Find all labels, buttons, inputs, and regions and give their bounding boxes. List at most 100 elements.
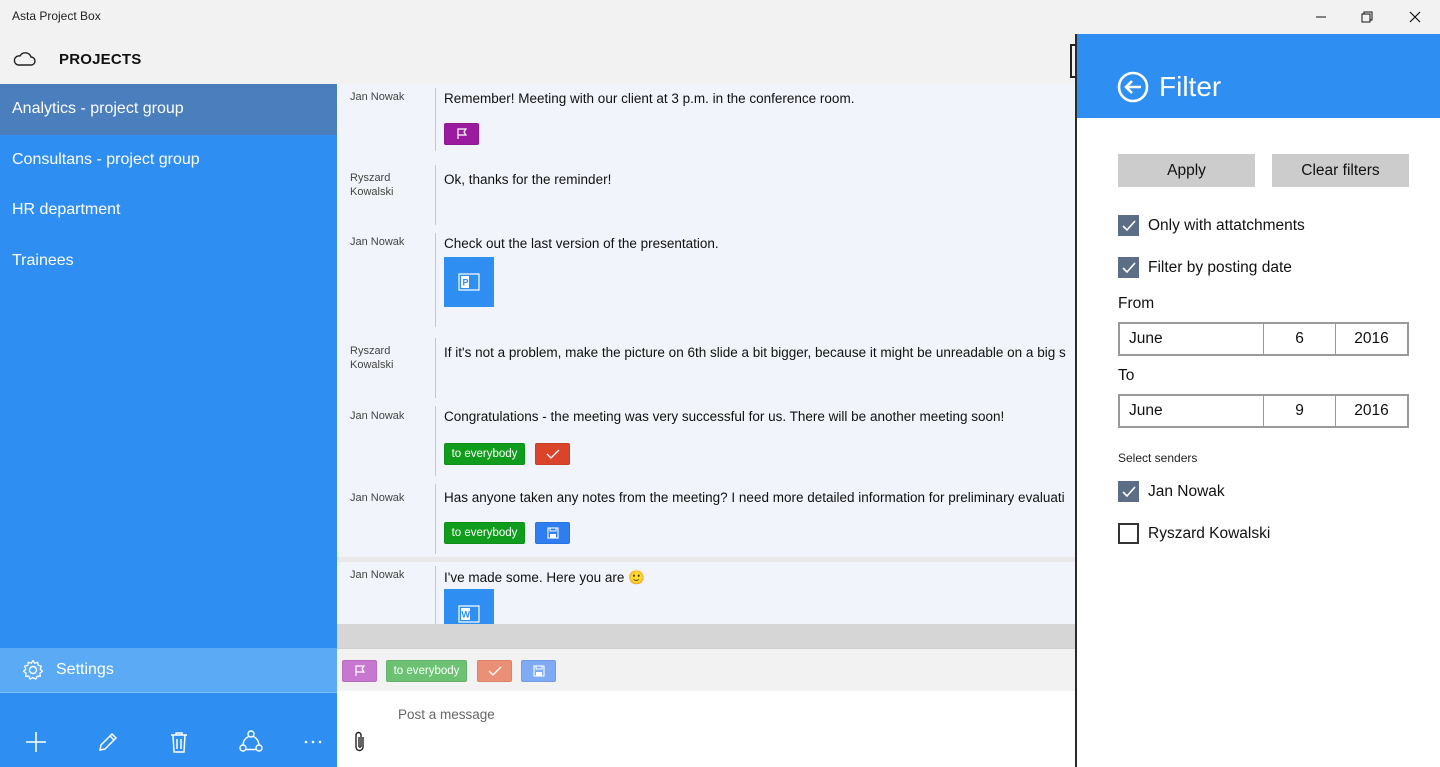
filter-header: Filter — [1077, 34, 1440, 118]
list-item[interactable]: Ryszard Kowalski If it's not a problem, … — [337, 328, 1075, 402]
filter-title: Filter — [1159, 71, 1222, 102]
powerpoint-attachment-icon[interactable]: P — [444, 257, 494, 307]
compose-area: to everybody Post a message — [337, 648, 1075, 767]
sidebar-item-hr[interactable]: HR department — [0, 185, 337, 236]
filter-by-date-checkbox[interactable]: Filter by posting date — [1118, 257, 1292, 278]
sidebar-item-analytics[interactable]: Analytics - project group — [0, 84, 337, 135]
message-sender: Ryszard Kowalski — [350, 172, 394, 198]
checkbox-checked-icon — [1118, 257, 1139, 278]
checkbox-label: Only with attatchments — [1148, 216, 1305, 234]
share-icon[interactable] — [238, 729, 264, 755]
list-item[interactable]: Jan Nowak Check out the last version of … — [337, 229, 1075, 328]
message-text: Check out the last version of the presen… — [444, 236, 719, 251]
message-sender: Jan Nowak — [350, 236, 405, 248]
to-day[interactable]: 9 — [1264, 396, 1336, 426]
flag-icon — [456, 128, 467, 139]
sidebar-item-consultans[interactable]: Consultans - project group — [0, 135, 337, 186]
checkbox-label: Filter by posting date — [1148, 258, 1292, 276]
from-month[interactable]: June — [1120, 324, 1264, 354]
checkbox-checked-icon — [1118, 215, 1139, 236]
filter-panel: Filter Apply Clear filters Only with att… — [1075, 34, 1440, 767]
projects-heading: PROJECTS — [59, 51, 142, 68]
window-title: Asta Project Box — [12, 9, 101, 23]
close-icon — [1409, 11, 1421, 23]
cloud-icon[interactable] — [12, 51, 36, 72]
apply-button[interactable]: Apply — [1118, 154, 1255, 187]
message-sender: Ryszard Kowalski — [350, 345, 394, 371]
message-sender: Jan Nowak — [350, 410, 405, 422]
message-text: Ok, thanks for the reminder! — [444, 172, 612, 187]
minimize-icon — [1316, 16, 1326, 18]
scroll-strip — [337, 624, 1075, 648]
message-text: Has anyone taken any notes from the meet… — [444, 490, 1065, 505]
add-icon[interactable] — [23, 729, 49, 755]
to-month[interactable]: June — [1120, 396, 1264, 426]
check-tag-option[interactable] — [477, 660, 512, 682]
sender-checkbox-jan-nowak[interactable]: Jan Nowak — [1118, 481, 1225, 502]
list-item[interactable]: Jan Nowak I've made some. Here you are 🙂… — [337, 562, 1075, 624]
check-tag[interactable] — [535, 443, 570, 465]
title-bar: Asta Project Box — [0, 0, 1440, 34]
divider — [435, 484, 436, 554]
sidebar-item-label: Trainees — [12, 251, 74, 269]
checkbox-label: Ryszard Kowalski — [1148, 524, 1271, 542]
tag-picker: to everybody — [337, 649, 1075, 691]
save-tag[interactable] — [535, 522, 570, 544]
save-tag-option[interactable] — [521, 660, 556, 682]
sidebar-item-label: Consultans - project group — [12, 150, 200, 168]
to-date-picker[interactable]: June 9 2016 — [1118, 394, 1409, 428]
post-message-input[interactable]: Post a message — [398, 707, 495, 722]
list-item[interactable]: Jan Nowak Congratulations - the meeting … — [337, 402, 1075, 480]
flag-tag-option[interactable] — [342, 660, 377, 682]
settings-label: Settings — [56, 661, 114, 678]
to-label: To — [1118, 367, 1135, 384]
checkbox-unchecked-icon — [1118, 523, 1139, 544]
svg-text:W: W — [462, 610, 471, 620]
message-sender: Jan Nowak — [350, 492, 405, 504]
divider — [435, 233, 436, 327]
sidebar-toolbar — [0, 692, 337, 767]
to-everybody-tag[interactable]: to everybody — [444, 443, 525, 465]
to-everybody-tag-option[interactable]: to everybody — [386, 660, 467, 682]
only-attachments-checkbox[interactable]: Only with attatchments — [1118, 215, 1305, 236]
back-arrow-icon[interactable] — [1117, 71, 1149, 108]
settings-button[interactable]: Settings — [0, 648, 337, 692]
message-sender: Jan Nowak — [350, 569, 405, 581]
restore-button[interactable] — [1344, 0, 1390, 34]
from-year[interactable]: 2016 — [1336, 324, 1407, 354]
check-icon — [488, 666, 501, 676]
more-icon[interactable] — [300, 729, 326, 755]
paperclip-icon[interactable] — [353, 731, 367, 758]
message-sender: Jan Nowak — [350, 91, 405, 103]
checkbox-checked-icon — [1118, 481, 1139, 502]
delete-icon[interactable] — [166, 729, 192, 755]
message-text: If it's not a problem, make the picture … — [444, 345, 1066, 360]
divider — [435, 566, 436, 624]
checkbox-label: Jan Nowak — [1148, 482, 1225, 500]
from-date-picker[interactable]: June 6 2016 — [1118, 322, 1409, 356]
sidebar: Analytics - project group Consultans - p… — [0, 84, 337, 767]
word-attachment-icon[interactable]: W — [444, 589, 494, 624]
list-item[interactable]: Ryszard Kowalski Ok, thanks for the remi… — [337, 155, 1075, 229]
sidebar-item-label: Analytics - project group — [12, 100, 184, 118]
divider — [435, 88, 436, 151]
to-year[interactable]: 2016 — [1336, 396, 1407, 426]
from-day[interactable]: 6 — [1264, 324, 1336, 354]
list-item[interactable]: Jan Nowak Has anyone taken any notes fro… — [337, 480, 1075, 557]
divider — [435, 406, 436, 476]
save-icon — [546, 527, 559, 539]
gear-icon — [22, 659, 44, 681]
message-text: Congratulations - the meeting was very s… — [444, 409, 1005, 424]
message-list[interactable]: Jan Nowak Remember! Meeting with our cli… — [337, 84, 1075, 624]
minimize-button[interactable] — [1298, 0, 1344, 34]
divider — [435, 165, 436, 225]
sidebar-item-trainees[interactable]: Trainees — [0, 236, 337, 287]
flag-tag[interactable] — [444, 123, 479, 145]
close-button[interactable] — [1392, 0, 1438, 34]
to-everybody-tag[interactable]: to everybody — [444, 522, 525, 544]
list-item[interactable]: Jan Nowak Remember! Meeting with our cli… — [337, 84, 1075, 155]
edit-icon[interactable] — [95, 729, 121, 755]
clear-filters-button[interactable]: Clear filters — [1272, 154, 1409, 187]
from-label: From — [1118, 295, 1155, 312]
sender-checkbox-ryszard-kowalski[interactable]: Ryszard Kowalski — [1118, 523, 1270, 544]
